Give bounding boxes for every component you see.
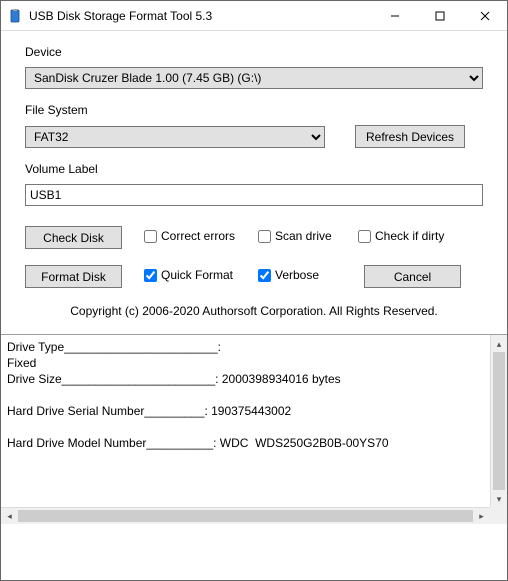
refresh-devices-button[interactable]: Refresh Devices (355, 125, 465, 148)
volume-label-input[interactable] (25, 184, 483, 206)
main-content: Device SanDisk Cruzer Blade 1.00 (7.45 G… (1, 31, 507, 334)
info-line: Fixed (7, 355, 501, 371)
window-title: USB Disk Storage Format Tool 5.3 (29, 9, 372, 23)
vertical-scrollbar[interactable]: ▴ ▾ (490, 335, 507, 507)
close-button[interactable] (462, 1, 507, 30)
quick-format-checkbox[interactable]: Quick Format (144, 268, 233, 282)
verbose-input[interactable] (258, 269, 271, 282)
scroll-right-arrow-icon[interactable]: ▸ (473, 508, 490, 524)
scroll-left-arrow-icon[interactable]: ◂ (1, 508, 18, 524)
check-disk-button[interactable]: Check Disk (25, 226, 122, 249)
scroll-up-arrow-icon[interactable]: ▴ (491, 335, 507, 352)
title-bar: USB Disk Storage Format Tool 5.3 (1, 1, 507, 31)
app-icon (7, 8, 23, 24)
info-line: Hard Drive Serial Number_________: 19037… (7, 403, 501, 419)
scrollbar-corner (490, 507, 507, 524)
minimize-button[interactable] (372, 1, 417, 30)
info-line: Drive Size_______________________: 20003… (7, 371, 501, 387)
volume-label-label: Volume Label (25, 162, 483, 176)
format-disk-button[interactable]: Format Disk (25, 265, 122, 288)
correct-errors-checkbox[interactable]: Correct errors (144, 229, 235, 243)
scan-drive-checkbox[interactable]: Scan drive (258, 229, 332, 243)
cancel-button[interactable]: Cancel (364, 265, 461, 288)
quick-format-input[interactable] (144, 269, 157, 282)
horizontal-scrollbar[interactable]: ◂ ▸ (1, 507, 490, 524)
info-panel: Drive Type_______________________: Fixed… (1, 334, 507, 524)
info-line: Hard Drive Model Number__________: WDC W… (7, 435, 501, 451)
check-if-dirty-input[interactable] (358, 230, 371, 243)
scroll-down-arrow-icon[interactable]: ▾ (491, 490, 507, 507)
device-select[interactable]: SanDisk Cruzer Blade 1.00 (7.45 GB) (G:\… (25, 67, 483, 89)
file-system-select[interactable]: FAT32 (25, 126, 325, 148)
scroll-thumb[interactable] (493, 352, 505, 490)
check-if-dirty-checkbox[interactable]: Check if dirty (358, 229, 444, 243)
copyright-text: Copyright (c) 2006-2020 Authorsoft Corpo… (25, 304, 483, 318)
info-line: Drive Type_______________________: (7, 339, 501, 355)
correct-errors-input[interactable] (144, 230, 157, 243)
maximize-button[interactable] (417, 1, 462, 30)
device-label: Device (25, 45, 483, 59)
verbose-checkbox[interactable]: Verbose (258, 268, 319, 282)
file-system-label: File System (25, 103, 483, 117)
scan-drive-input[interactable] (258, 230, 271, 243)
scroll-thumb-h[interactable] (18, 510, 473, 522)
